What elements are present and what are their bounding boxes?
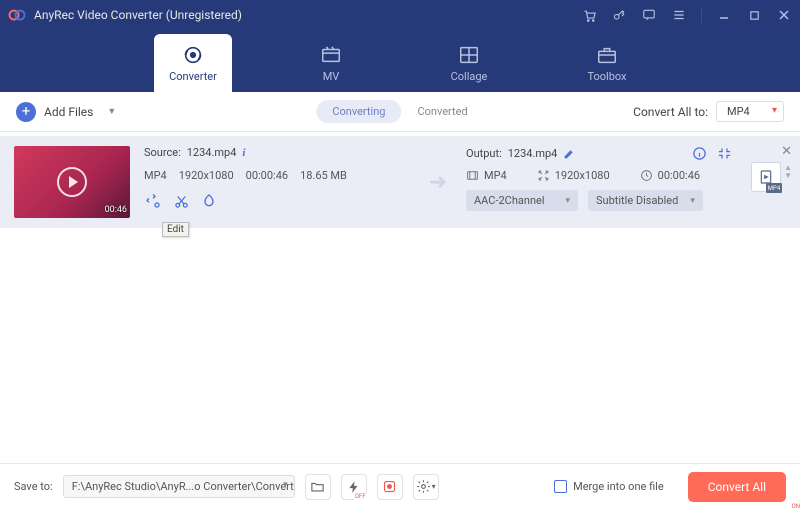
minimize-button[interactable] <box>716 7 732 23</box>
subtitle-select[interactable]: Subtitle Disabled <box>588 190 703 211</box>
video-thumbnail[interactable]: 00:46 <box>14 146 130 218</box>
tab-label: MV <box>323 70 340 83</box>
output-resolution: 1920x1080 <box>555 169 610 182</box>
open-folder-button[interactable] <box>305 474 331 500</box>
arrow-icon: ➜ <box>424 170 452 195</box>
add-files-label: Add Files <box>44 105 93 119</box>
feedback-icon[interactable] <box>641 7 657 23</box>
tab-label: Collage <box>451 70 488 83</box>
merge-label: Merge into one file <box>573 480 664 493</box>
compress-button[interactable] <box>717 146 732 161</box>
audio-track-select[interactable]: AAC-2Channel <box>466 190 578 211</box>
output-label: Output: <box>466 147 502 160</box>
source-label: Source: <box>144 146 181 159</box>
thumbnail-duration: 00:46 <box>105 205 127 215</box>
convert-all-format-dropdown[interactable]: MP4 <box>716 101 784 122</box>
hardware-accel-button[interactable]: OFF <box>341 474 367 500</box>
main-tabs: Converter MV Collage Toolbox <box>0 30 800 92</box>
converter-icon <box>182 44 204 66</box>
gpu-toggle-button[interactable]: ON <box>377 474 403 500</box>
plus-icon: + <box>16 102 36 122</box>
tab-mv[interactable]: MV <box>292 34 370 92</box>
file-item: 00:46 Source: 1234.mp4 i MP4 1920x1080 0… <box>0 136 800 228</box>
reorder-handle[interactable]: ▲▼ <box>784 164 792 180</box>
cut-button[interactable] <box>172 192 190 210</box>
accel-state: OFF <box>354 493 367 500</box>
divider <box>701 7 702 23</box>
tab-collage[interactable]: Collage <box>430 34 508 92</box>
source-resolution: 1920x1080 <box>179 169 234 182</box>
add-files-button[interactable]: + Add Files ▼ <box>16 102 116 122</box>
segment-converted[interactable]: Converted <box>401 100 483 123</box>
maximize-button[interactable] <box>746 7 762 23</box>
play-icon <box>57 167 87 197</box>
key-icon[interactable] <box>611 7 627 23</box>
source-format: MP4 <box>144 169 167 182</box>
toolbox-icon <box>596 44 618 66</box>
app-logo-icon <box>8 6 26 24</box>
output-filename: 1234.mp4 <box>508 147 558 160</box>
segment-converting[interactable]: Converting <box>316 100 401 123</box>
convert-all-button[interactable]: Convert All <box>688 472 786 502</box>
resolution-icon <box>537 169 550 182</box>
format-badge: MP4 <box>766 183 782 193</box>
video-icon <box>466 169 479 182</box>
tab-label: Converter <box>169 70 217 83</box>
empty-area <box>0 228 800 472</box>
output-format-button[interactable]: MP4 <box>751 162 781 192</box>
checkbox-icon <box>554 480 567 493</box>
cart-icon[interactable] <box>581 7 597 23</box>
source-duration: 00:00:46 <box>246 169 288 182</box>
rename-button[interactable] <box>563 147 576 160</box>
tab-toolbox[interactable]: Toolbox <box>568 34 646 92</box>
chevron-down-icon[interactable]: ▼ <box>107 106 116 117</box>
mv-icon <box>320 44 342 66</box>
app-title: AnyRec Video Converter (Unregistered) <box>34 8 242 22</box>
save-to-label: Save to: <box>14 480 53 493</box>
close-button[interactable] <box>776 7 792 23</box>
enhance-button[interactable] <box>200 192 218 210</box>
save-path-dropdown[interactable]: F:\AnyRec Studio\AnyR...o Converter\Conv… <box>63 475 295 498</box>
merge-checkbox[interactable]: Merge into one file <box>554 480 664 493</box>
output-format: MP4 <box>484 169 507 182</box>
convert-all-to-label: Convert All to: <box>633 105 708 119</box>
titlebar: AnyRec Video Converter (Unregistered) <box>0 0 800 30</box>
edit-tooltip: Edit <box>162 222 189 237</box>
tab-label: Toolbox <box>587 70 626 83</box>
remove-item-button[interactable]: ✕ <box>781 144 792 159</box>
menu-icon[interactable] <box>671 7 687 23</box>
footer: Save to: F:\AnyRec Studio\AnyR...o Conve… <box>0 463 800 509</box>
settings-button[interactable]: ▾ <box>413 474 439 500</box>
edit-button[interactable] <box>144 192 162 210</box>
output-duration: 00:00:46 <box>658 169 700 182</box>
source-size: 18.65 MB <box>300 169 347 182</box>
media-info-button[interactable] <box>692 146 707 161</box>
collage-icon <box>458 44 480 66</box>
clock-icon <box>640 169 653 182</box>
tab-converter[interactable]: Converter <box>154 34 232 92</box>
source-filename: 1234.mp4 <box>187 146 237 159</box>
toolbar: + Add Files ▼ Converting Converted Conve… <box>0 92 800 132</box>
info-icon[interactable]: i <box>242 147 245 159</box>
